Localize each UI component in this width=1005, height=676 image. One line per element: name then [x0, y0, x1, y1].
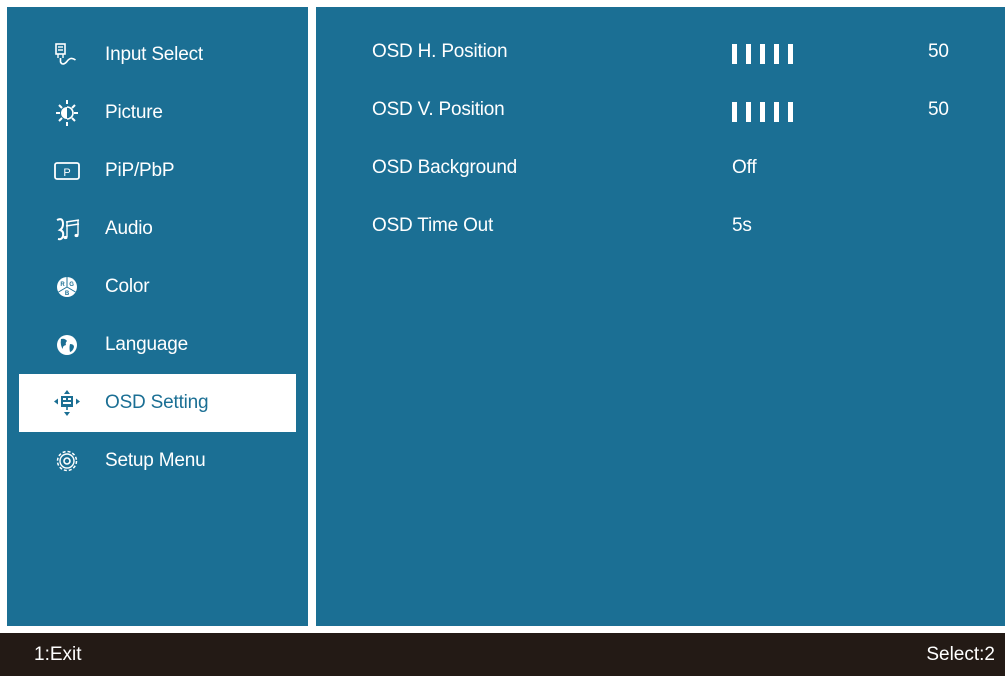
setting-value: 50 [928, 41, 949, 62]
sidebar-item-pip-pbp[interactable]: P PiP/PbP [19, 142, 296, 200]
rgb-color-icon: R G B [49, 272, 85, 302]
sidebar-item-label: Picture [105, 102, 163, 123]
setting-value: 5s [732, 215, 752, 236]
setting-osd-background[interactable]: OSD Background Off [372, 157, 972, 187]
footer-bar: 1:Exit Select:2 [0, 633, 1005, 676]
setting-value: Off [732, 157, 757, 178]
globe-icon [49, 330, 85, 360]
sidebar-item-language[interactable]: Language [19, 316, 296, 374]
sidebar-item-label: Setup Menu [105, 450, 206, 471]
gear-icon [49, 446, 85, 476]
setting-osd-h-position[interactable]: OSD H. Position 50 [372, 41, 972, 71]
input-select-icon [49, 40, 85, 70]
sidebar-item-osd-setting[interactable]: OSD Setting [19, 374, 296, 432]
sidebar-item-input-select[interactable]: Input Select [19, 26, 296, 84]
brightness-icon [49, 98, 85, 128]
sidebar-item-label: OSD Setting [105, 392, 209, 413]
setting-label: OSD H. Position [372, 41, 508, 62]
audio-icon [49, 214, 85, 244]
setting-osd-time-out[interactable]: OSD Time Out 5s [372, 215, 972, 245]
sidebar-item-label: Color [105, 276, 150, 297]
sidebar-item-label: PiP/PbP [105, 160, 175, 181]
sidebar-item-label: Language [105, 334, 188, 355]
osd-settings-panel: OSD H. Position 50 OSD V. Position 50 OS… [316, 7, 1005, 626]
pip-icon: P [49, 156, 85, 186]
exit-hint: 1:Exit [34, 644, 82, 665]
setting-label: OSD Time Out [372, 215, 494, 236]
osd-setting-icon [49, 388, 85, 418]
sidebar-item-color[interactable]: R G B Color [19, 258, 296, 316]
sidebar-item-label: Input Select [105, 44, 203, 65]
sidebar: Input Select Picture P PiP/PbP Audio R G… [7, 7, 308, 626]
svg-text:G: G [69, 282, 74, 288]
setting-osd-v-position[interactable]: OSD V. Position 50 [372, 99, 972, 129]
svg-text:P: P [63, 167, 70, 179]
sidebar-item-audio[interactable]: Audio [19, 200, 296, 258]
sidebar-item-label: Audio [105, 218, 153, 239]
level-bar[interactable] [732, 44, 793, 66]
setting-label: OSD Background [372, 157, 518, 178]
osd-menu: Input Select Picture P PiP/PbP Audio R G… [0, 0, 1005, 676]
sidebar-item-setup-menu[interactable]: Setup Menu [19, 432, 296, 490]
setting-value: 50 [928, 99, 949, 120]
select-hint: Select:2 [926, 644, 995, 665]
setting-label: OSD V. Position [372, 99, 505, 120]
level-bar[interactable] [732, 102, 793, 124]
sidebar-item-picture[interactable]: Picture [19, 84, 296, 142]
